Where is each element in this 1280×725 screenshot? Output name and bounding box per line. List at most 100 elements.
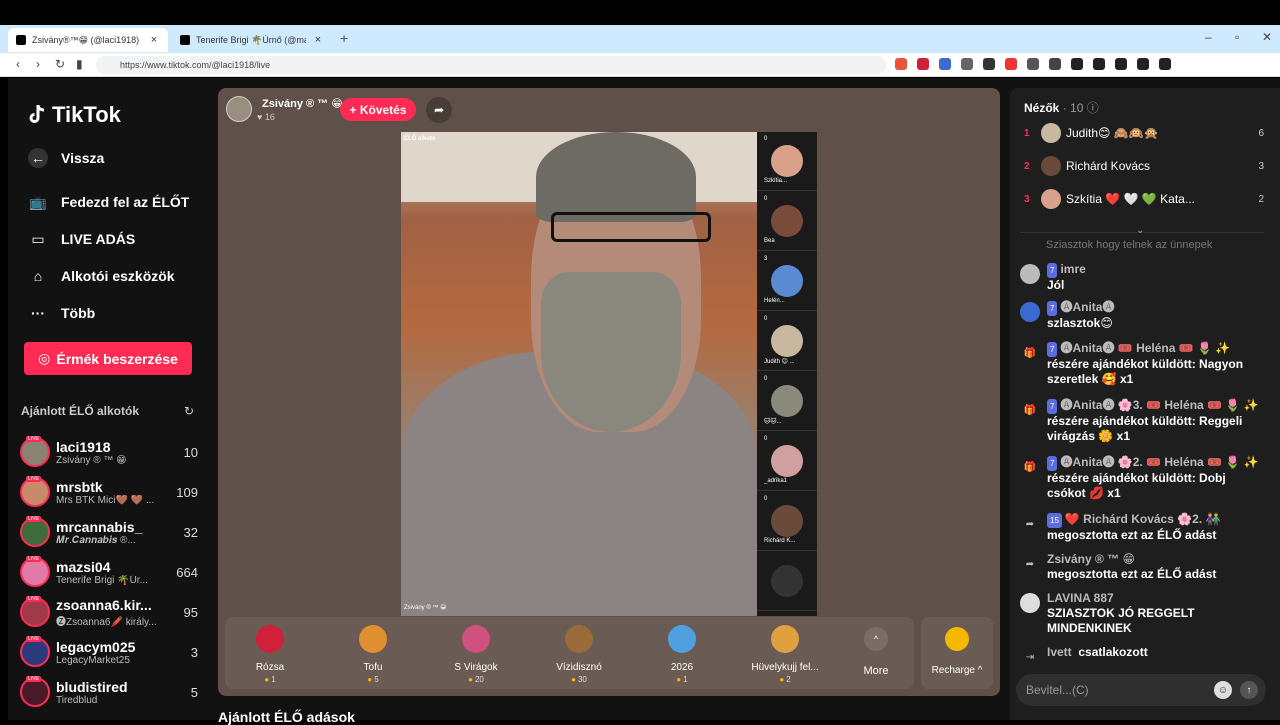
translate-icon[interactable] — [939, 58, 951, 70]
recommended-creator[interactable]: LIVE mrsbtk Mrs BTK Mici🤎 🤎 ... 109 — [20, 474, 198, 510]
info-icon[interactable]: ⓘ — [1087, 101, 1099, 115]
more-gifts-button[interactable]: ^ More — [858, 627, 894, 677]
browser-tab[interactable]: Tenerife Brigi 🌴Úrnő (@mazsi04) É... × — [172, 28, 332, 52]
chevron-down-icon[interactable]: ⌄ — [1136, 225, 1144, 236]
recommended-creator[interactable]: LIVE mazsi04 Tenerife Brigi 🌴Úr... 664 — [20, 554, 198, 590]
brave-rewards-icon[interactable] — [917, 58, 929, 70]
gift-item[interactable]: Vízidisznó 30 — [534, 625, 624, 684]
extension-icon[interactable] — [983, 58, 995, 70]
guest-slot[interactable]: 0 Richárd K... — [757, 492, 817, 551]
live-creator-tag: ÉLŐ alkotó — [404, 136, 436, 142]
back-icon[interactable]: ‹ — [16, 57, 20, 71]
top-viewer[interactable]: 2 Richárd Kovács 3 — [1024, 154, 1264, 178]
message-user[interactable]: ❤️ Richárd Kovács 🌸2. 👫 — [1065, 512, 1221, 526]
browser-tab-active[interactable]: Zsivány®™😁 (@laci1918) Él... × — [8, 28, 168, 52]
guest-name: Bea — [764, 238, 775, 244]
gift-item[interactable]: Tofu 5 — [328, 625, 418, 684]
recommended-creator[interactable]: LIVE zsoanna6.kir... 🅩Zsoanna6🖍️ király.… — [20, 594, 198, 630]
tiktok-logo[interactable]: TikTok — [28, 102, 121, 128]
send-icon[interactable]: ↑ — [1240, 681, 1258, 699]
message-user[interactable]: imre — [1060, 262, 1085, 276]
live-badge: LIVE — [26, 436, 41, 442]
gift-item[interactable]: Hüvelykujj fel... 2 — [740, 625, 830, 684]
brave-shield-icon[interactable] — [895, 58, 907, 70]
guest-slot[interactable]: 3 Helén... — [757, 252, 817, 311]
guest-avatar — [771, 445, 803, 477]
guest-slot[interactable]: 0 Judith 😊 ... — [757, 312, 817, 371]
refresh-icon[interactable]: ↻ — [184, 404, 194, 418]
maximize-icon[interactable]: ▫ — [1235, 30, 1239, 44]
viewer-count: 664 — [176, 564, 198, 580]
viewer-score: 6 — [1258, 127, 1264, 139]
guest-slot[interactable] — [757, 552, 817, 611]
recommended-creator[interactable]: LIVE laci1918 Zsivány ® ™ 😁 10 — [20, 434, 198, 470]
follow-button[interactable]: + Követés — [340, 98, 416, 121]
address-toolbar: ‹ › ↻ ▮ https://www.tiktok.com/@laci1918… — [0, 53, 1280, 77]
guest-slot[interactable]: 0 _adrika1 — [757, 432, 817, 491]
creator-subtitle: LegacyMarket25 — [56, 654, 130, 666]
sidebar-icon[interactable] — [1093, 58, 1105, 70]
recommended-creator[interactable]: LIVE mrcannabis_ 𝑴𝒓.𝑪𝒂𝒏𝒏𝒂𝒃𝒊𝒔 ®... 32 — [20, 514, 198, 550]
emoji-icon[interactable]: ☺ — [1214, 681, 1232, 699]
close-window-icon[interactable]: ✕ — [1262, 30, 1272, 44]
gift-item[interactable]: 2026 1 — [637, 625, 727, 684]
forward-icon[interactable]: › — [36, 57, 40, 71]
share-icon[interactable]: ➦ — [426, 97, 452, 123]
reload-icon[interactable]: ↻ — [55, 57, 65, 71]
guest-slot[interactable]: 0 Bea — [757, 192, 817, 251]
message-user[interactable]: 🅐Anita🅐 🎟️ Heléna 🎟️ 🌷 ✨ — [1060, 341, 1230, 355]
extension-icon[interactable] — [1027, 58, 1039, 70]
camera-icon: ▭ — [31, 230, 45, 247]
top-viewer[interactable]: 3 Szkítia ❤️ 🤍 💚 Kata... 2 — [1024, 187, 1264, 211]
nav-explore-live[interactable]: 📺 Fedezd fel az ÉLŐT — [28, 192, 189, 212]
vpn-icon[interactable] — [1137, 58, 1149, 70]
nav-back[interactable]: ← Vissza — [28, 148, 104, 168]
message-text: szlasztok😊 — [1047, 316, 1113, 330]
close-tab-icon[interactable]: × — [312, 34, 324, 46]
close-tab-icon[interactable]: × — [148, 34, 160, 46]
recommended-creators-title: Ajánlott ÉLŐ alkotók — [21, 404, 140, 418]
url-field[interactable]: https://www.tiktok.com/@laci1918/live — [96, 56, 886, 74]
message-user[interactable]: Ivett — [1047, 645, 1072, 659]
gift-item[interactable]: Rózsa 1 — [225, 625, 315, 684]
recommended-creator[interactable]: LIVE legacym025 LegacyMarket25 3 — [20, 634, 198, 670]
guest-avatar — [771, 565, 803, 597]
guest-slot[interactable]: 0 🐱🐱... — [757, 372, 817, 431]
nav-go-live[interactable]: ▭ LIVE ADÁS — [28, 229, 135, 249]
gift-icon — [256, 625, 284, 653]
top-viewer[interactable]: 1 Judith😊 🙈🙉🙊 6 — [1024, 121, 1264, 145]
bookmark-icon[interactable]: ▮ — [76, 57, 83, 71]
get-coins-button[interactable]: ◎ Érmék beszerzése — [24, 342, 192, 375]
wallet-icon[interactable] — [1115, 58, 1127, 70]
guest-name: _adrika1 — [764, 478, 788, 484]
message-user[interactable]: LAVINA 887 — [1047, 591, 1114, 605]
minimize-icon[interactable]: – — [1205, 30, 1212, 44]
extension-icon[interactable] — [961, 58, 973, 70]
message-user[interactable]: 🅐Anita🅐 🌸2. 🎟️ Heléna 🎟️ 🌷 ✨ — [1060, 455, 1258, 469]
viewer-name: Judith😊 🙈🙉🙊 — [1066, 126, 1159, 140]
live-video[interactable] — [401, 132, 757, 616]
message-user[interactable]: Zsivány ® ™ 😁 — [1047, 552, 1135, 566]
recommended-creator[interactable]: LIVE bludistired Tiredblud 5 — [20, 674, 198, 710]
chat-message: ➦ 15 ❤️ Richárd Kovács 🌸2. 👫 megosztotta … — [1020, 512, 1266, 543]
guest-slot[interactable]: 0 Szkítia... — [757, 132, 817, 191]
menu-icon[interactable] — [1159, 58, 1171, 70]
host-info[interactable]: Zsivány ® ™ 😁 ♥ 16 — [226, 96, 343, 122]
new-tab-icon[interactable]: + — [340, 30, 348, 46]
level-badge: 7 — [1047, 263, 1058, 278]
viewer-avatar — [1041, 156, 1061, 176]
host-avatar[interactable] — [226, 96, 252, 122]
message-user[interactable]: 🅐Anita🅐 🌸3. 🎟️ Heléna 🎟️ 🌷 ✨ — [1060, 398, 1258, 412]
music-icon[interactable] — [1071, 58, 1083, 70]
puzzle-icon[interactable] — [1049, 58, 1061, 70]
chat-input[interactable] — [1026, 680, 1206, 700]
nav-creator-tools[interactable]: ⌂ Alkotói eszközök — [28, 266, 175, 286]
gift-icon: 🎁 — [1020, 400, 1040, 420]
creator-subtitle: Tiredblud — [56, 694, 98, 706]
recharge-button[interactable]: Recharge ^ — [921, 617, 993, 689]
nav-more[interactable]: ··· Több — [28, 303, 95, 323]
extension-icon[interactable] — [1005, 58, 1017, 70]
message-user[interactable]: 🅐Anita🅐 — [1060, 300, 1114, 314]
gift-item[interactable]: S Virágok 20 — [431, 625, 521, 684]
host-name: Zsivány ® ™ 😁 — [262, 97, 343, 110]
